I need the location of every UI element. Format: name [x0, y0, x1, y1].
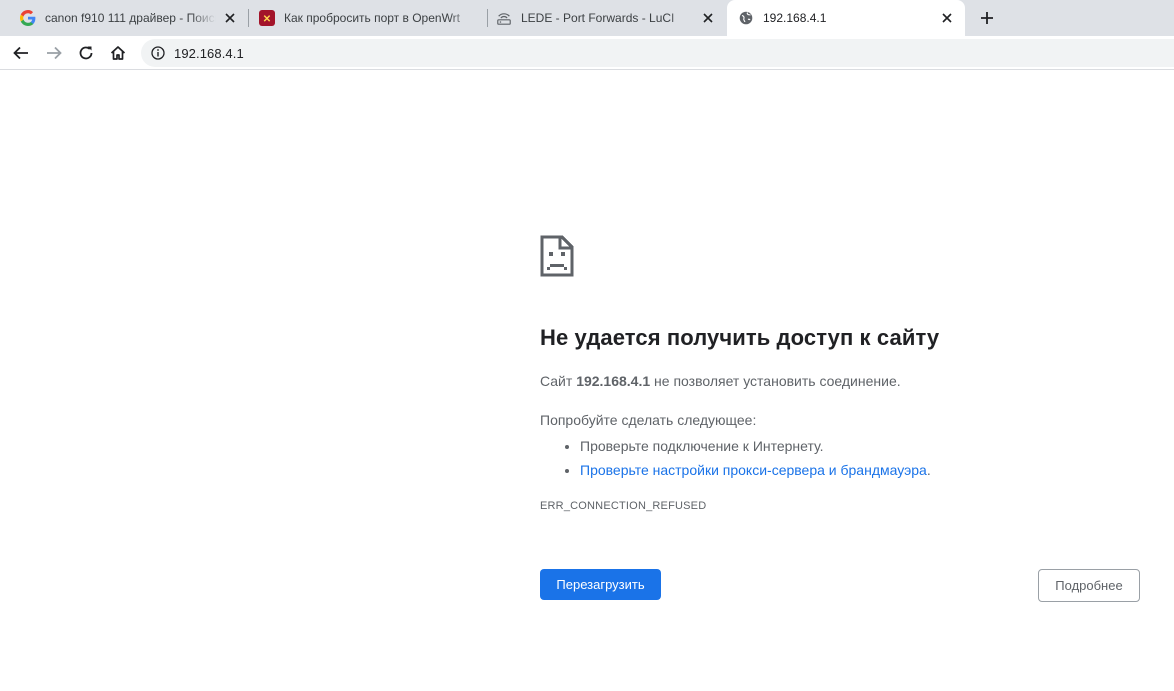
site-icon: ✕	[259, 10, 275, 26]
browser-toolbar: 192.168.4.1	[0, 36, 1174, 70]
new-tab-button[interactable]	[976, 7, 998, 29]
error-host: 192.168.4.1	[576, 373, 651, 389]
tab-title: canon f910 111 драйвер - Поиск в Google	[45, 11, 216, 25]
proxy-firewall-link[interactable]: Проверьте настройки прокси-сервера и бра…	[580, 462, 927, 478]
error-code: ERR_CONNECTION_REFUSED	[540, 500, 707, 512]
google-icon	[20, 10, 36, 26]
arrow-right-icon	[47, 46, 62, 60]
tab-google-search[interactable]: canon f910 111 драйвер - Поиск в Google	[0, 0, 248, 36]
home-button[interactable]	[106, 41, 130, 65]
suggestions-list: Проверьте подключение к Интернету. Прове…	[540, 434, 931, 482]
tab-lede-port-forwards[interactable]: LEDE - Port Forwards - LuCI	[488, 0, 726, 36]
tab-title: 192.168.4.1	[763, 11, 827, 25]
address-url[interactable]: 192.168.4.1	[174, 46, 244, 61]
close-tab-icon[interactable]	[700, 10, 716, 26]
info-icon[interactable]	[150, 45, 166, 61]
close-tab-icon[interactable]	[222, 10, 238, 26]
svg-text:✕: ✕	[263, 14, 271, 25]
tab-title: LEDE - Port Forwards - LuCI	[521, 11, 675, 25]
error-title: Не удается получить доступ к сайту	[540, 325, 940, 350]
router-icon	[496, 10, 512, 26]
reload-button[interactable]	[74, 41, 98, 65]
plus-icon	[981, 12, 993, 24]
tab-strip: canon f910 111 драйвер - Поиск в Google …	[0, 0, 1174, 36]
arrow-left-icon	[13, 46, 28, 60]
tab-openwrt-article[interactable]: ✕ Как пробросить порт в OpenWrt	[249, 0, 487, 36]
home-icon	[110, 46, 126, 60]
reload-icon	[79, 46, 93, 60]
globe-icon	[738, 10, 754, 26]
suggestion-check-connection: Проверьте подключение к Интернету.	[580, 434, 931, 458]
address-bar[interactable]: 192.168.4.1	[141, 39, 1174, 67]
tab-active-192-168-4-1[interactable]: 192.168.4.1	[727, 0, 965, 36]
suggestion-check-proxy: Проверьте настройки прокси-сервера и бра…	[580, 458, 931, 482]
close-tab-icon[interactable]	[939, 10, 955, 26]
forward-button[interactable]	[42, 41, 66, 65]
tab-title: Как пробросить порт в OpenWrt	[284, 11, 461, 25]
error-description: Сайт 192.168.4.1 не позволяет установить…	[540, 373, 901, 389]
sad-page-icon	[540, 235, 574, 277]
details-button[interactable]: Подробнее	[1038, 569, 1140, 602]
back-button[interactable]	[9, 41, 33, 65]
reload-page-button[interactable]: Перезагрузить	[540, 569, 661, 600]
suggestions-heading: Попробуйте сделать следующее:	[540, 412, 757, 428]
